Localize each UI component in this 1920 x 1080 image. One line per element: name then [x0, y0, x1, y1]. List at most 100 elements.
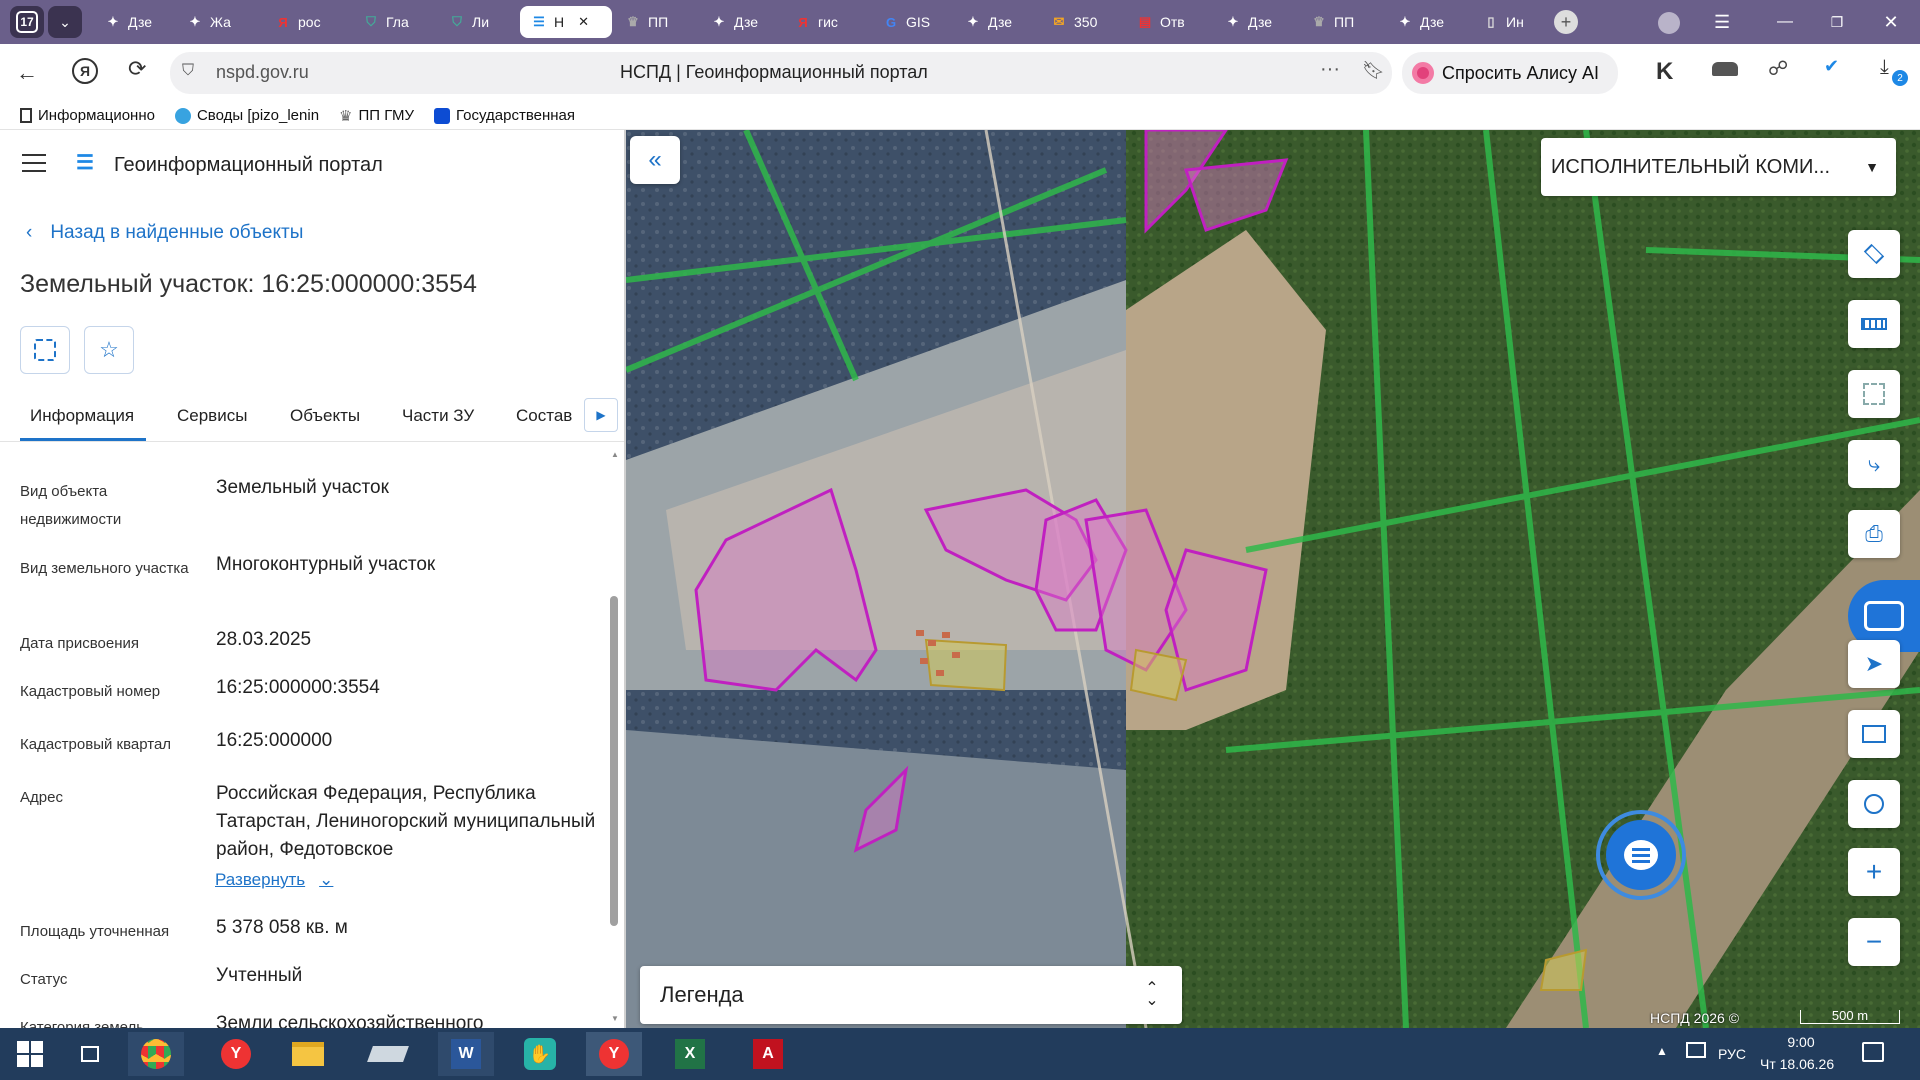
file-explorer-taskbar-icon[interactable]: [280, 1032, 336, 1076]
tab-composition[interactable]: Состав: [516, 406, 572, 426]
browser-tab[interactable]: ▯ Ин: [1472, 6, 1546, 38]
zoom-out-button[interactable]: −: [1848, 918, 1900, 966]
browser-tab[interactable]: ✦ Дзе: [1214, 6, 1290, 38]
browser-tab[interactable]: G GIS: [872, 6, 946, 38]
browser-tab[interactable]: ✦ Дзе: [700, 6, 776, 38]
field-value: Земли сельскохозяйственного: [216, 1013, 484, 1028]
windows-logo-icon: [17, 1041, 43, 1067]
word-taskbar-icon[interactable]: W: [438, 1032, 494, 1076]
browser-tab[interactable]: ✦ Дзе: [94, 6, 170, 38]
tab-list-chevron-icon[interactable]: ⌄: [48, 6, 82, 38]
reload-icon[interactable]: ⟳: [128, 56, 146, 82]
menu-icon[interactable]: ☰: [1714, 12, 1738, 32]
yandex-browser-active-taskbar-icon[interactable]: Y: [586, 1032, 642, 1076]
tab-label: GIS: [906, 14, 931, 30]
print-button[interactable]: ⎙: [1848, 510, 1900, 558]
browser-tab[interactable]: ✦ Дзе: [1386, 6, 1464, 38]
chrome-taskbar-icon[interactable]: [128, 1032, 184, 1076]
layers-button[interactable]: [1848, 230, 1900, 278]
browser-tab[interactable]: ♛ ПП: [1300, 6, 1380, 38]
tab-services[interactable]: Сервисы: [177, 406, 247, 426]
tab-information[interactable]: Информация: [30, 406, 134, 426]
tray-chevron-up-icon[interactable]: ▲: [1656, 1044, 1668, 1058]
close-window-icon[interactable]: ✕: [1876, 8, 1906, 36]
minimize-icon[interactable]: —: [1770, 8, 1800, 36]
spark-icon: ✦: [1227, 14, 1239, 29]
new-tab-plus-icon[interactable]: +: [1554, 10, 1578, 34]
extension-chat-icon[interactable]: ☍: [1768, 56, 1788, 81]
acrobat-taskbar-icon[interactable]: A: [740, 1032, 796, 1076]
bookmark-item[interactable]: ♛ ПП ГМУ: [339, 107, 414, 125]
panel-scrollbar[interactable]: ▲ ▼: [608, 450, 620, 1026]
object-title: Земельный участок: 16:25:000000:3554: [20, 270, 477, 298]
ruler-button[interactable]: [1848, 300, 1900, 348]
collapse-panel-button[interactable]: «: [630, 136, 680, 184]
restore-icon[interactable]: ❐: [1822, 8, 1852, 36]
bookmark-item[interactable]: Государственная: [434, 107, 575, 124]
chevron-left-icon: ‹: [26, 222, 33, 243]
browser-tab[interactable]: ✉ 350: [1040, 6, 1116, 38]
geolocation-button[interactable]: [1848, 780, 1900, 828]
browser-tab[interactable]: ⛉ Гла: [352, 6, 430, 38]
paw-app-taskbar-icon[interactable]: ✋: [512, 1032, 568, 1076]
bookmark-item[interactable]: Информационно: [20, 107, 155, 124]
find-on-map-button[interactable]: [20, 326, 70, 374]
browser-tab[interactable]: Ярос: [264, 6, 344, 38]
tab-objects[interactable]: Объекты: [290, 406, 360, 426]
expand-address-link[interactable]: Развернуть ⌄: [215, 870, 333, 890]
more-dots-icon[interactable]: ···: [1320, 58, 1340, 81]
network-icon[interactable]: [1686, 1042, 1706, 1058]
task-view-button[interactable]: [62, 1032, 118, 1076]
back-to-results-link[interactable]: ‹ Назад в найденные объекты: [26, 222, 303, 244]
hamburger-menu-icon[interactable]: [22, 154, 46, 172]
tab-label: Дзе: [128, 14, 152, 30]
profile-avatar[interactable]: [1658, 12, 1680, 34]
bookmark-icon[interactable]: 🔖︎: [1362, 60, 1385, 81]
shield-icon: ⛉: [366, 14, 376, 29]
clock-time[interactable]: 9:00: [1786, 1034, 1816, 1050]
share-button[interactable]: ⤷: [1848, 440, 1900, 488]
alice-button[interactable]: Спросить Алису AI: [1402, 52, 1618, 94]
browser-tab[interactable]: ✦ Дзе: [954, 6, 1034, 38]
tab-parts[interactable]: Части ЗУ: [402, 406, 474, 426]
language-indicator[interactable]: РУС: [1718, 1046, 1746, 1062]
tab-counter[interactable]: 17: [10, 6, 44, 38]
minimap-button[interactable]: [1848, 710, 1900, 758]
bookmark-item[interactable]: Своды [pizo_lenin: [174, 107, 319, 124]
locate-button[interactable]: ➤: [1848, 640, 1900, 688]
excel-taskbar-icon[interactable]: X: [662, 1032, 718, 1076]
yandex-browser-taskbar-icon[interactable]: Y: [208, 1032, 264, 1076]
chat-bot-button[interactable]: [1596, 810, 1686, 900]
favorite-button[interactable]: ☆: [84, 326, 134, 374]
yandex-logo-icon[interactable]: Я: [72, 58, 98, 84]
area-search-button[interactable]: [1848, 370, 1900, 418]
browser-tab[interactable]: ☰ Н ✕: [520, 6, 612, 38]
field-value: Российская Федерация, Республика Татарст…: [216, 783, 596, 860]
downloads-icon[interactable]: ⤓ 2: [1880, 56, 1908, 86]
chat-bubble-icon: [1624, 840, 1658, 870]
browser-tab[interactable]: ♛ ПП: [614, 6, 694, 38]
close-tab-icon[interactable]: ✕: [578, 14, 589, 30]
satellite-map[interactable]: « ИСПОЛНИТЕЛЬНЫЙ КОМИ... ▼ Легенда ⌃ ⌄ НС…: [626, 130, 1920, 1028]
start-button[interactable]: [2, 1032, 58, 1076]
extension-check-icon[interactable]: ✔: [1824, 56, 1839, 77]
browser-tab[interactable]: ▤ Отв: [1126, 6, 1206, 38]
layer-select-dropdown[interactable]: ИСПОЛНИТЕЛЬНЫЙ КОМИ... ▼: [1541, 138, 1896, 196]
clock-date[interactable]: Чт 18.06.26: [1760, 1056, 1834, 1072]
spark-icon: ✦: [189, 14, 201, 29]
extension-k-icon[interactable]: K: [1656, 58, 1673, 86]
browser-tab[interactable]: Ягис: [784, 6, 862, 38]
extension-hat-icon[interactable]: [1712, 62, 1738, 76]
scanner-taskbar-icon[interactable]: [360, 1032, 416, 1076]
tabs-scroll-right-button[interactable]: ▶: [584, 398, 618, 432]
notifications-icon[interactable]: [1862, 1042, 1884, 1062]
security-shield-icon[interactable]: ⛉: [182, 62, 194, 80]
zoom-in-button[interactable]: +: [1848, 848, 1900, 896]
browser-tab[interactable]: ⛉ Ли: [438, 6, 514, 38]
legend-panel[interactable]: Легенда ⌃ ⌄: [640, 966, 1182, 1024]
back-arrow-icon[interactable]: ←: [16, 60, 38, 86]
field-value: Многоконтурный участок: [216, 554, 436, 575]
layer-select-value: ИСПОЛНИТЕЛЬНЫЙ КОМИ...: [1551, 155, 1831, 178]
browser-tab[interactable]: ✦ Жа: [176, 6, 254, 38]
address-field[interactable]: ⛉ nspd.gov.ru НСПД | Геоинформационный п…: [170, 52, 1392, 94]
